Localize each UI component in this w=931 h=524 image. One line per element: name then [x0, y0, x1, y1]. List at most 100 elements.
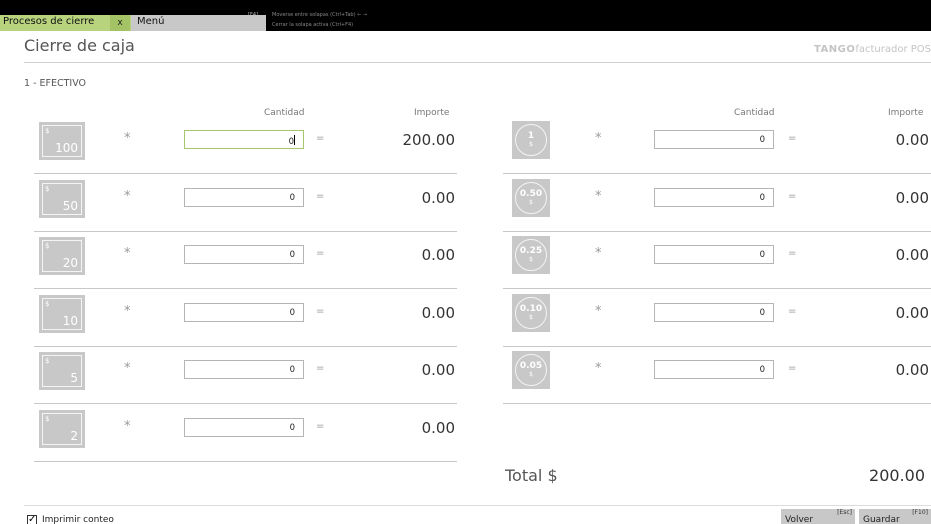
close-tab-button[interactable]: x — [110, 15, 130, 31]
bill-row: $10 * 0 = 0.00 — [34, 289, 457, 347]
coin-currency-symbol: $ — [529, 371, 533, 378]
print-count-label: Imprimir conteo — [42, 515, 114, 524]
quantity-input[interactable]: 0 — [184, 417, 304, 437]
bill-currency-symbol: $ — [45, 357, 50, 365]
tab-menu[interactable]: Menú — [131, 15, 266, 31]
quantity-input[interactable]: 0 — [184, 187, 304, 207]
brand-product: facturador POS — [855, 44, 931, 55]
amount-value: 0.00 — [421, 188, 455, 207]
bill-denomination: 10 — [62, 313, 78, 328]
coin-denomination: 0.25 — [519, 246, 543, 256]
back-shortcut: [Esc] — [837, 509, 852, 516]
total-label: Total $ — [505, 466, 558, 485]
quantity-value: 0 — [289, 365, 295, 375]
bill-icon: $10 — [39, 294, 85, 333]
coin-currency-symbol: $ — [529, 256, 533, 263]
coin-icon: 0.10 $ — [512, 293, 550, 332]
bill-row: $5 * 0 = 0.00 — [34, 346, 457, 404]
equals-sign: = — [788, 363, 797, 374]
amount-value: 200.00 — [402, 131, 456, 149]
coin-denomination: 0.10 — [519, 303, 543, 314]
quantity-value: 0 — [759, 365, 765, 375]
quantity-value: 0 — [759, 135, 765, 145]
coin-icon: 0.50 $ — [512, 178, 550, 217]
amount-value: 0.00 — [895, 361, 929, 379]
amount-value: 0.00 — [895, 246, 929, 264]
quantity-input[interactable]: 0 — [654, 360, 774, 379]
quantity-input[interactable]: 0 — [184, 130, 304, 149]
multiply-sign: * — [595, 188, 602, 204]
equals-sign: = — [788, 305, 797, 317]
coin-icon: 0.05 $ — [512, 351, 550, 389]
bill-row: $50 * 0 = 0.00 — [34, 174, 457, 232]
tab-label: Procesos de cierre — [3, 16, 95, 27]
bill-icon-border: $20 — [42, 240, 82, 272]
title-divider — [24, 62, 931, 63]
bill-currency-symbol: $ — [45, 299, 50, 308]
multiply-sign: * — [124, 246, 131, 261]
tab-bar: Procesos de cierre x Menú [F4] Moverse e… — [0, 0, 931, 31]
multiply-sign: * — [595, 246, 602, 261]
amount-value: 0.00 — [895, 131, 929, 149]
save-shortcut: [F10] — [912, 509, 928, 516]
multiply-sign: * — [124, 188, 131, 204]
amount-value: 0.00 — [421, 246, 455, 264]
bill-row: $20 * 0 = 0.00 — [34, 231, 457, 289]
amount-value: 0.00 — [895, 303, 929, 322]
quantity-input[interactable]: 0 — [184, 302, 304, 322]
quantity-input[interactable]: 0 — [654, 302, 774, 322]
text-caret — [294, 135, 295, 145]
equals-sign: = — [316, 420, 325, 432]
bill-icon-border: $50 — [42, 182, 82, 215]
save-button[interactable]: Guardar [F10] — [859, 509, 931, 524]
quantity-input[interactable]: 0 — [654, 187, 774, 207]
bill-icon: $50 — [39, 179, 85, 218]
bill-denomination: 2 — [70, 428, 78, 443]
quantity-input[interactable]: 0 — [184, 360, 304, 379]
bill-denomination: 5 — [70, 371, 78, 385]
bill-icon: $5 — [39, 352, 85, 390]
brand-logo: TANGOfacturador POS — [814, 44, 931, 55]
bill-currency-symbol: $ — [45, 184, 50, 193]
print-count-checkbox[interactable]: ✓ — [27, 515, 37, 524]
amount-value: 0.00 — [421, 418, 455, 437]
multiply-sign: * — [595, 303, 602, 319]
equals-sign: = — [788, 133, 797, 144]
cierre-de-caja-window: Procesos de cierre x Menú [F4] Moverse e… — [0, 0, 931, 524]
back-button[interactable]: Volver [Esc] — [781, 509, 855, 524]
quantity-value: 0 — [759, 307, 765, 318]
multiply-sign: * — [124, 303, 131, 319]
equals-sign: = — [316, 305, 325, 317]
close-tab-hint: Cerrar la solapa activa (Ctrl+F4) — [272, 22, 354, 28]
coin-icon-circle: 0.50 $ — [515, 181, 547, 214]
tab-procesos-de-cierre[interactable]: Procesos de cierre x — [0, 15, 131, 31]
quantity-value: 0 — [289, 307, 295, 318]
equals-sign: = — [316, 133, 325, 144]
bill-currency-symbol: $ — [45, 127, 50, 135]
quantity-input[interactable]: 0 — [654, 130, 774, 149]
coin-denomination: 0.05 — [519, 361, 543, 371]
bill-currency-symbol: $ — [45, 414, 50, 423]
coin-icon: 1 $ — [512, 121, 550, 159]
bill-icon: $20 — [39, 237, 85, 275]
equals-sign: = — [316, 248, 325, 259]
multiply-sign: * — [124, 131, 131, 146]
bill-icon: $2 — [39, 409, 85, 448]
coin-denomination: 1 — [527, 131, 535, 141]
equals-sign: = — [316, 190, 325, 202]
bill-icon-border: $100 — [42, 125, 82, 157]
quantity-value: 0 — [289, 422, 295, 433]
bill-row: $100 * 0 = 200.00 — [34, 116, 457, 174]
bill-row: $2 * 0 = 0.00 — [34, 404, 457, 462]
coin-row: 0.10 $ * 0 = 0.00 — [503, 289, 931, 347]
checkmark-icon: ✓ — [28, 514, 37, 524]
amount-value: 0.00 — [421, 303, 455, 322]
quantity-input[interactable]: 0 — [184, 245, 304, 264]
bill-denomination: 20 — [62, 256, 78, 270]
coin-row: 0.05 $ * 0 = 0.00 — [503, 346, 931, 404]
coin-currency-symbol: $ — [529, 198, 533, 206]
section-title: 1 - EFECTIVO — [24, 78, 87, 89]
quantity-value: 0 — [759, 192, 765, 203]
bill-icon-border: $2 — [42, 412, 82, 445]
quantity-input[interactable]: 0 — [654, 245, 774, 264]
